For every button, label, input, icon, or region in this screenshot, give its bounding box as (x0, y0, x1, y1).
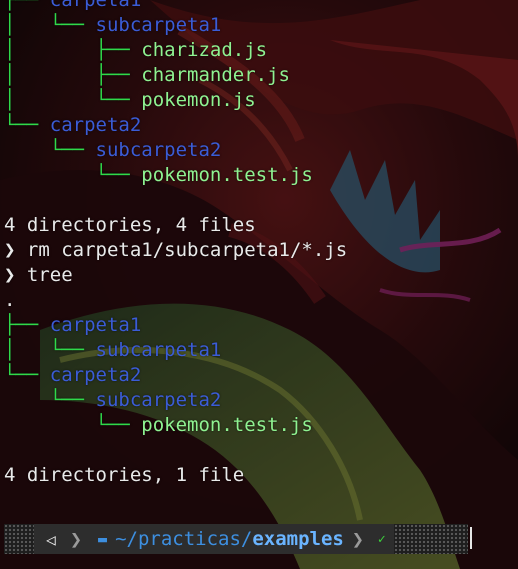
file-name: pokemon.test.js (141, 414, 313, 436)
file-name: pokemon.js (141, 89, 256, 111)
output-line: └── subcarpeta2 (4, 138, 222, 163)
output-line: └── carpeta2 (4, 363, 141, 388)
directory-name: carpeta2 (49, 364, 142, 386)
path-current-dir: examples (252, 528, 344, 550)
directory-name: carpeta1 (49, 314, 142, 336)
output-line: 4 directories, 4 files (4, 213, 256, 238)
file-name: charmander.js (141, 64, 290, 86)
prompt-chevron-icon: ❯ (4, 239, 27, 261)
output-line: │ └── pokemon.js (4, 88, 256, 113)
tree-branch: └── (4, 364, 50, 386)
output-line: . (4, 288, 15, 313)
directory-name: subcarpeta2 (95, 139, 222, 161)
tree-branch: │ └── (4, 339, 96, 361)
output-line: │ └── subcarpeta1 (4, 13, 221, 38)
directory-name: carpeta1 (49, 0, 142, 11)
text-cursor[interactable] (470, 527, 472, 549)
command-line: ❯ rm carpeta1/subcarpeta1/*.js (4, 238, 347, 263)
directory-name: subcarpeta1 (95, 14, 222, 36)
tree-branch: │ ├── (4, 39, 142, 61)
folder-icon: ▬ (98, 530, 108, 548)
command-text: tree (26, 264, 73, 286)
tree-branch: ├── (4, 314, 50, 336)
output-line: ├── carpeta1 (4, 313, 141, 338)
prompt-bar: ◁ ❯ ▬ ~/practicas/examples ❯ ✓ (4, 524, 468, 554)
prompt-right-decoration (393, 524, 468, 554)
directory-name: carpeta2 (49, 114, 142, 136)
output-text: 4 directories, 1 file (4, 464, 245, 486)
checkmark-icon: ✓ (369, 524, 394, 554)
path-prefix: ~/practicas/ (115, 528, 253, 550)
output-line: └── carpeta2 (4, 113, 141, 138)
tree-branch: ├── (4, 0, 50, 11)
terminal-output: ├── carpeta1 │ └── subcarpeta1 │ ├── chari… (0, 0, 518, 569)
file-name: charizad.js (141, 39, 268, 61)
tree-branch: │ ├── (4, 64, 142, 86)
prompt-path: ▬ ~/practicas/examples (88, 524, 350, 554)
linux-penguin-icon: ◁ (34, 524, 68, 554)
command-text: rm carpeta1/subcarpeta1/*.js (26, 239, 348, 261)
tree-branch: └── (4, 414, 142, 436)
output-text: . (4, 289, 16, 311)
output-line: │ ├── charmander.js (4, 63, 290, 88)
tree-branch: └── (4, 164, 142, 186)
output-line: └── pokemon.test.js (4, 163, 313, 188)
output-line: │ ├── charizad.js (4, 38, 267, 63)
prompt-left-decoration (4, 524, 34, 554)
tree-branch: └── (4, 139, 96, 161)
command-line: ❯ tree (4, 263, 73, 288)
output-text: 4 directories, 4 files (4, 214, 256, 236)
output-line: └── pokemon.test.js (4, 413, 313, 438)
prompt-chevron-icon: ❯ (4, 264, 27, 286)
output-line: 4 directories, 1 file (4, 463, 244, 488)
file-name: pokemon.test.js (141, 164, 313, 186)
segment-separator-icon: ❯ (68, 524, 89, 554)
output-line: ├── carpeta1 (4, 0, 141, 13)
tree-branch: └── (4, 114, 50, 136)
output-line: └── subcarpeta2 (4, 388, 222, 413)
tree-branch: │ └── (4, 89, 142, 111)
directory-name: subcarpeta1 (95, 339, 222, 361)
tree-branch: └── (4, 389, 96, 411)
directory-name: subcarpeta2 (95, 389, 222, 411)
output-line: │ └── subcarpeta1 (4, 338, 221, 363)
segment-separator-icon: ❯ (349, 524, 370, 554)
tree-branch: │ └── (4, 14, 96, 36)
